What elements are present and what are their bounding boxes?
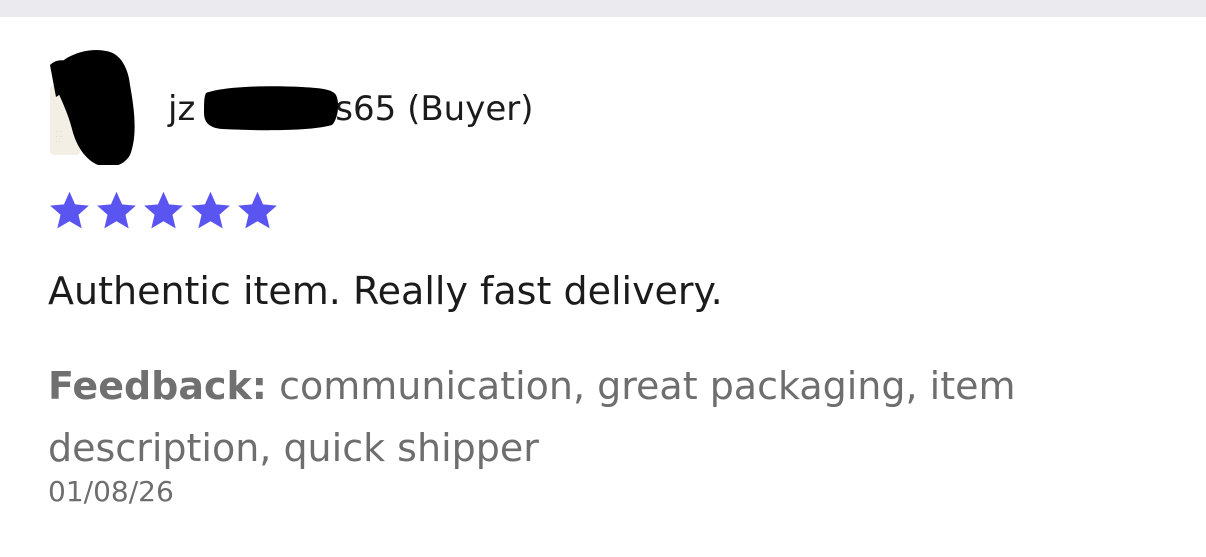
star-rating: [48, 189, 279, 233]
star-icon: [97, 191, 136, 229]
review-body-text: Authentic item. Really fast delivery.: [48, 269, 723, 313]
star-icon: [50, 191, 89, 229]
reviewer-header: · · · · · · · · jz s65 (Buyer): [48, 45, 748, 165]
feedback-label: Feedback:: [48, 364, 268, 408]
username-suffix: s65 (Buyer): [335, 89, 534, 129]
username-redaction-mark: [204, 86, 339, 131]
star-icon: [144, 191, 183, 229]
star-icon: [191, 191, 230, 229]
feedback-tags: Feedback: communication, great packaging…: [48, 355, 1108, 479]
star-icon: [238, 191, 277, 229]
username-prefix: jz: [168, 89, 196, 129]
review-date: 01/08/26: [48, 475, 174, 508]
top-divider-band: [0, 0, 1206, 17]
reviewer-username[interactable]: jz s65 (Buyer): [168, 86, 534, 131]
review-card: · · · · · · · · jz s65 (Buyer) Authentic it…: [0, 17, 1206, 557]
avatar-redaction-mark: [50, 50, 135, 165]
user-avatar-icon[interactable]: · · · · · · · ·: [48, 45, 138, 165]
